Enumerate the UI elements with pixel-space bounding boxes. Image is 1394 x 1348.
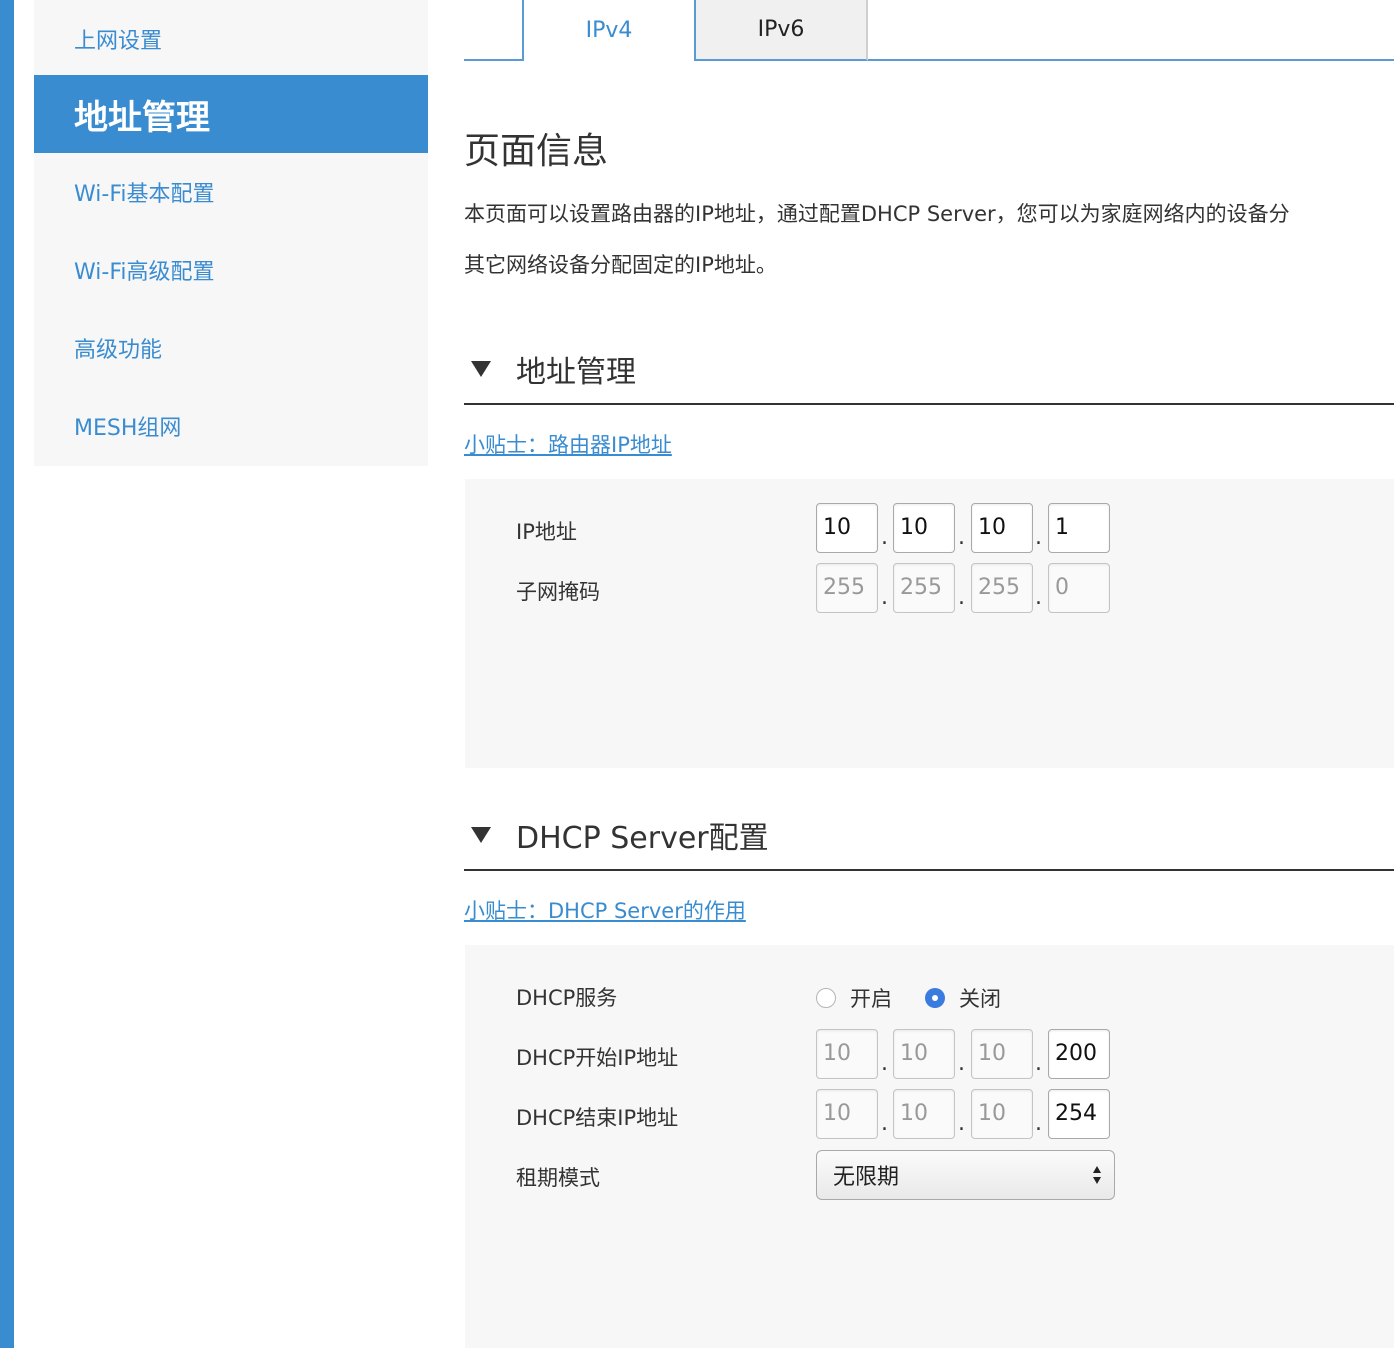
sidebar-item-wifi-basic[interactable]: Wi-Fi基本配置 xyxy=(34,153,428,231)
dhcp-on-label: 开启 xyxy=(850,987,892,1011)
dot-separator: . xyxy=(1035,585,1042,610)
page-description-line-2: 其它网络设备分配固定的IP地址。 xyxy=(464,253,777,277)
address-section-header[interactable]: 地址管理 xyxy=(464,335,1394,405)
sidebar-item-label: 地址管理 xyxy=(74,97,210,138)
start-octet-4[interactable]: 200 xyxy=(1048,1029,1110,1079)
dot-separator: . xyxy=(1035,1111,1042,1136)
mask-octet-1: 255 xyxy=(816,563,878,613)
end-octet-3: 10 xyxy=(971,1089,1033,1139)
sidebar-item-label: Wi-Fi基本配置 xyxy=(74,182,215,207)
ip-octet-3[interactable]: 10 xyxy=(971,503,1033,553)
page-title: 页面信息 xyxy=(464,131,609,172)
sidebar: 上网设置 地址管理 Wi-Fi基本配置 Wi-Fi高级配置 高级功能 MESH组… xyxy=(34,0,428,466)
mask-octet-4: 0 xyxy=(1048,563,1110,613)
sidebar-item-internet-settings[interactable]: 上网设置 xyxy=(34,0,428,78)
dot-separator: . xyxy=(958,1111,965,1136)
page-description-line-1: 本页面可以设置路由器的IP地址，通过配置DHCP Server，您可以为家庭网络… xyxy=(464,202,1290,226)
lease-mode-label: 租期模式 xyxy=(516,1166,600,1190)
dhcp-tip-link[interactable]: 小贴士：DHCP Server的作用 xyxy=(464,895,746,925)
start-octet-3: 10 xyxy=(971,1029,1033,1079)
lease-mode-select[interactable]: 无限期 xyxy=(816,1150,1115,1200)
end-octet-4[interactable]: 254 xyxy=(1048,1089,1110,1139)
dhcp-on-option[interactable]: 开启 xyxy=(816,983,892,1013)
router-ip-tip-link[interactable]: 小贴士：路由器IP地址 xyxy=(464,429,672,459)
dot-separator: . xyxy=(958,1051,965,1076)
lease-mode-value: 无限期 xyxy=(833,1165,900,1190)
tab-bar-spacer xyxy=(464,0,524,59)
mask-octet-3: 255 xyxy=(971,563,1033,613)
dot-separator: . xyxy=(958,525,965,550)
sidebar-item-label: 上网设置 xyxy=(74,29,163,54)
dhcp-end-ip-label: DHCP结束IP地址 xyxy=(516,1106,679,1130)
mask-octet-2: 255 xyxy=(893,563,955,613)
dhcp-off-radio[interactable] xyxy=(925,988,945,1008)
left-accent-bar xyxy=(0,0,14,1348)
dhcp-on-radio[interactable] xyxy=(816,988,836,1008)
start-octet-1: 10 xyxy=(816,1029,878,1079)
collapse-triangle-icon xyxy=(471,827,491,843)
ip-address-label: IP地址 xyxy=(516,520,577,544)
sidebar-item-advanced-functions[interactable]: 高级功能 xyxy=(34,309,428,387)
tab-ipv4[interactable]: IPv4 xyxy=(524,0,696,61)
dot-separator: . xyxy=(881,525,888,550)
sidebar-item-label: 高级功能 xyxy=(74,338,163,363)
dot-separator: . xyxy=(1035,1051,1042,1076)
dhcp-start-ip-label: DHCP开始IP地址 xyxy=(516,1046,679,1070)
dhcp-section-header[interactable]: DHCP Server配置 xyxy=(464,801,1394,871)
sidebar-item-label: MESH组网 xyxy=(74,416,182,441)
end-octet-1: 10 xyxy=(816,1089,878,1139)
ip-octet-4[interactable]: 1 xyxy=(1048,503,1110,553)
dot-separator: . xyxy=(1035,525,1042,550)
end-octet-2: 10 xyxy=(893,1089,955,1139)
ip-octet-2[interactable]: 10 xyxy=(893,503,955,553)
collapse-triangle-icon xyxy=(471,361,491,377)
select-arrows-icon xyxy=(1093,1166,1101,1184)
sidebar-item-wifi-advanced[interactable]: Wi-Fi高级配置 xyxy=(34,231,428,309)
tab-ipv6[interactable]: IPv6 xyxy=(696,0,868,61)
sidebar-item-label: Wi-Fi高级配置 xyxy=(74,260,215,285)
sidebar-item-address-management[interactable]: 地址管理 xyxy=(34,75,428,153)
start-octet-2: 10 xyxy=(893,1029,955,1079)
sidebar-item-mesh[interactable]: MESH组网 xyxy=(34,387,428,465)
dot-separator: . xyxy=(881,1051,888,1076)
dhcp-service-label: DHCP服务 xyxy=(516,986,618,1010)
dot-separator: . xyxy=(881,585,888,610)
dhcp-off-label: 关闭 xyxy=(959,987,1001,1011)
dhcp-off-option[interactable]: 关闭 xyxy=(925,983,1001,1013)
dhcp-section-title: DHCP Server配置 xyxy=(516,821,769,856)
ip-octet-1[interactable]: 10 xyxy=(816,503,878,553)
subnet-mask-label: 子网掩码 xyxy=(516,580,600,604)
dot-separator: . xyxy=(958,585,965,610)
dot-separator: . xyxy=(881,1111,888,1136)
address-section-title: 地址管理 xyxy=(516,355,636,390)
dhcp-service-radio-group: 开启 关闭 xyxy=(816,983,1116,1011)
